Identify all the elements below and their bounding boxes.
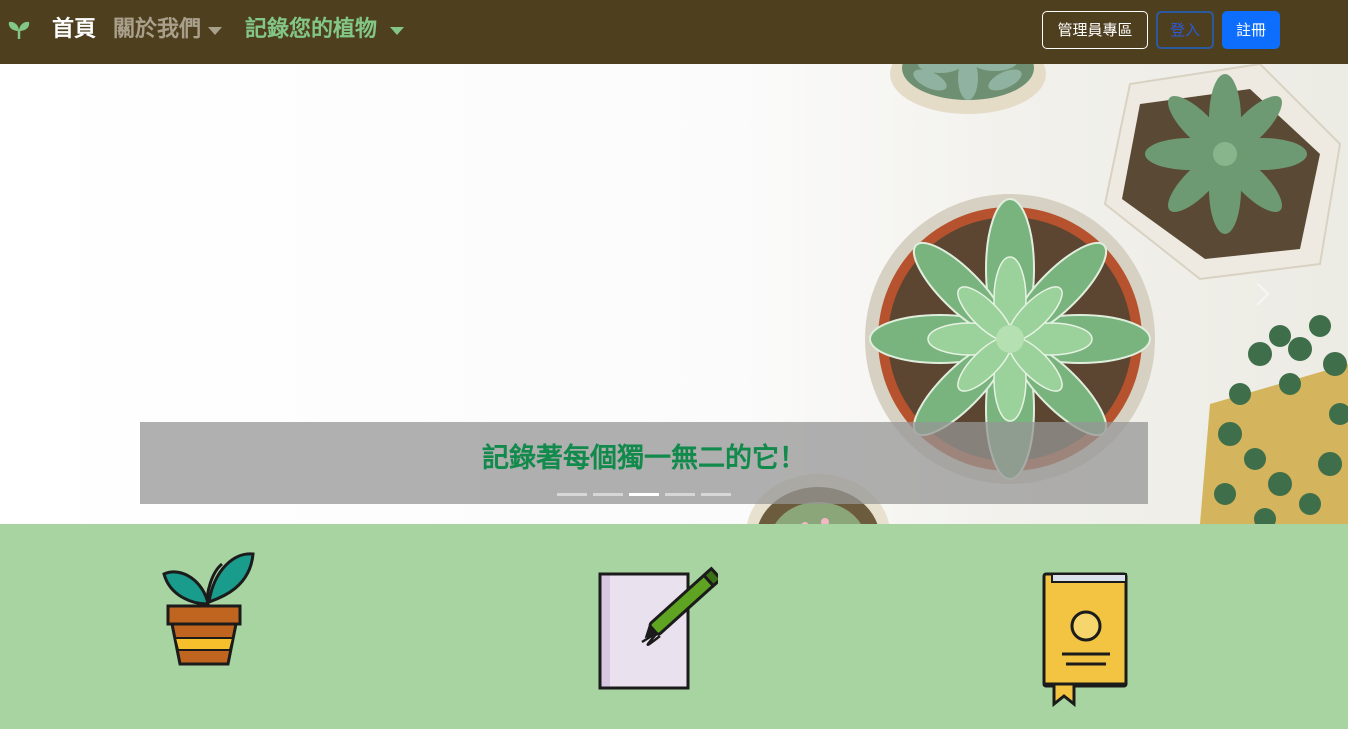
register-button[interactable]: 註冊 — [1222, 11, 1280, 49]
chevron-right-icon — [1246, 282, 1270, 306]
potted-plant-icon — [162, 552, 255, 666]
carousel-caption-text: 記錄著每個獨一無二的它！ — [482, 443, 806, 474]
admin-area-button[interactable]: 管理員專區 — [1042, 11, 1148, 49]
caret-down-icon — [390, 27, 405, 35]
carousel-indicator-1[interactable] — [557, 493, 587, 496]
carousel-next-button[interactable] — [1238, 274, 1278, 314]
nav-home-link[interactable]: 首頁 — [52, 15, 96, 45]
chevron-left-icon — [22, 282, 46, 306]
carousel-indicator-5[interactable] — [701, 493, 731, 496]
nav-record-label: 記錄您的植物 — [245, 17, 378, 42]
carousel-indicator-4[interactable] — [665, 493, 695, 496]
nav-record-dropdown[interactable]: 記錄您的植物 — [245, 15, 405, 45]
carousel-indicator-2[interactable] — [593, 493, 623, 496]
carousel-indicator-3[interactable] — [629, 493, 659, 496]
carousel-caption: 記錄著每個獨一無二的它！ — [140, 422, 1148, 504]
carousel-prev-button[interactable] — [14, 274, 54, 314]
nav-about-dropdown[interactable]: 關於我們 — [113, 15, 223, 45]
book-bookmark-icon — [1042, 572, 1128, 708]
nav-about-label: 關於我們 — [113, 17, 202, 42]
login-button[interactable]: 登入 — [1156, 11, 1214, 49]
hero-carousel: 記錄著每個獨一無二的它！ — [0, 64, 1348, 524]
feature-strip — [0, 524, 1348, 729]
caret-down-icon — [208, 27, 223, 35]
carousel-indicators — [557, 493, 731, 496]
top-navbar: 首頁 關於我們 記錄您的植物 管理員專區 登入 註冊 — [0, 0, 1348, 64]
notebook-pen-icon — [598, 566, 718, 690]
sprout-icon[interactable] — [7, 20, 31, 40]
nav-home-label: 首頁 — [52, 17, 97, 42]
